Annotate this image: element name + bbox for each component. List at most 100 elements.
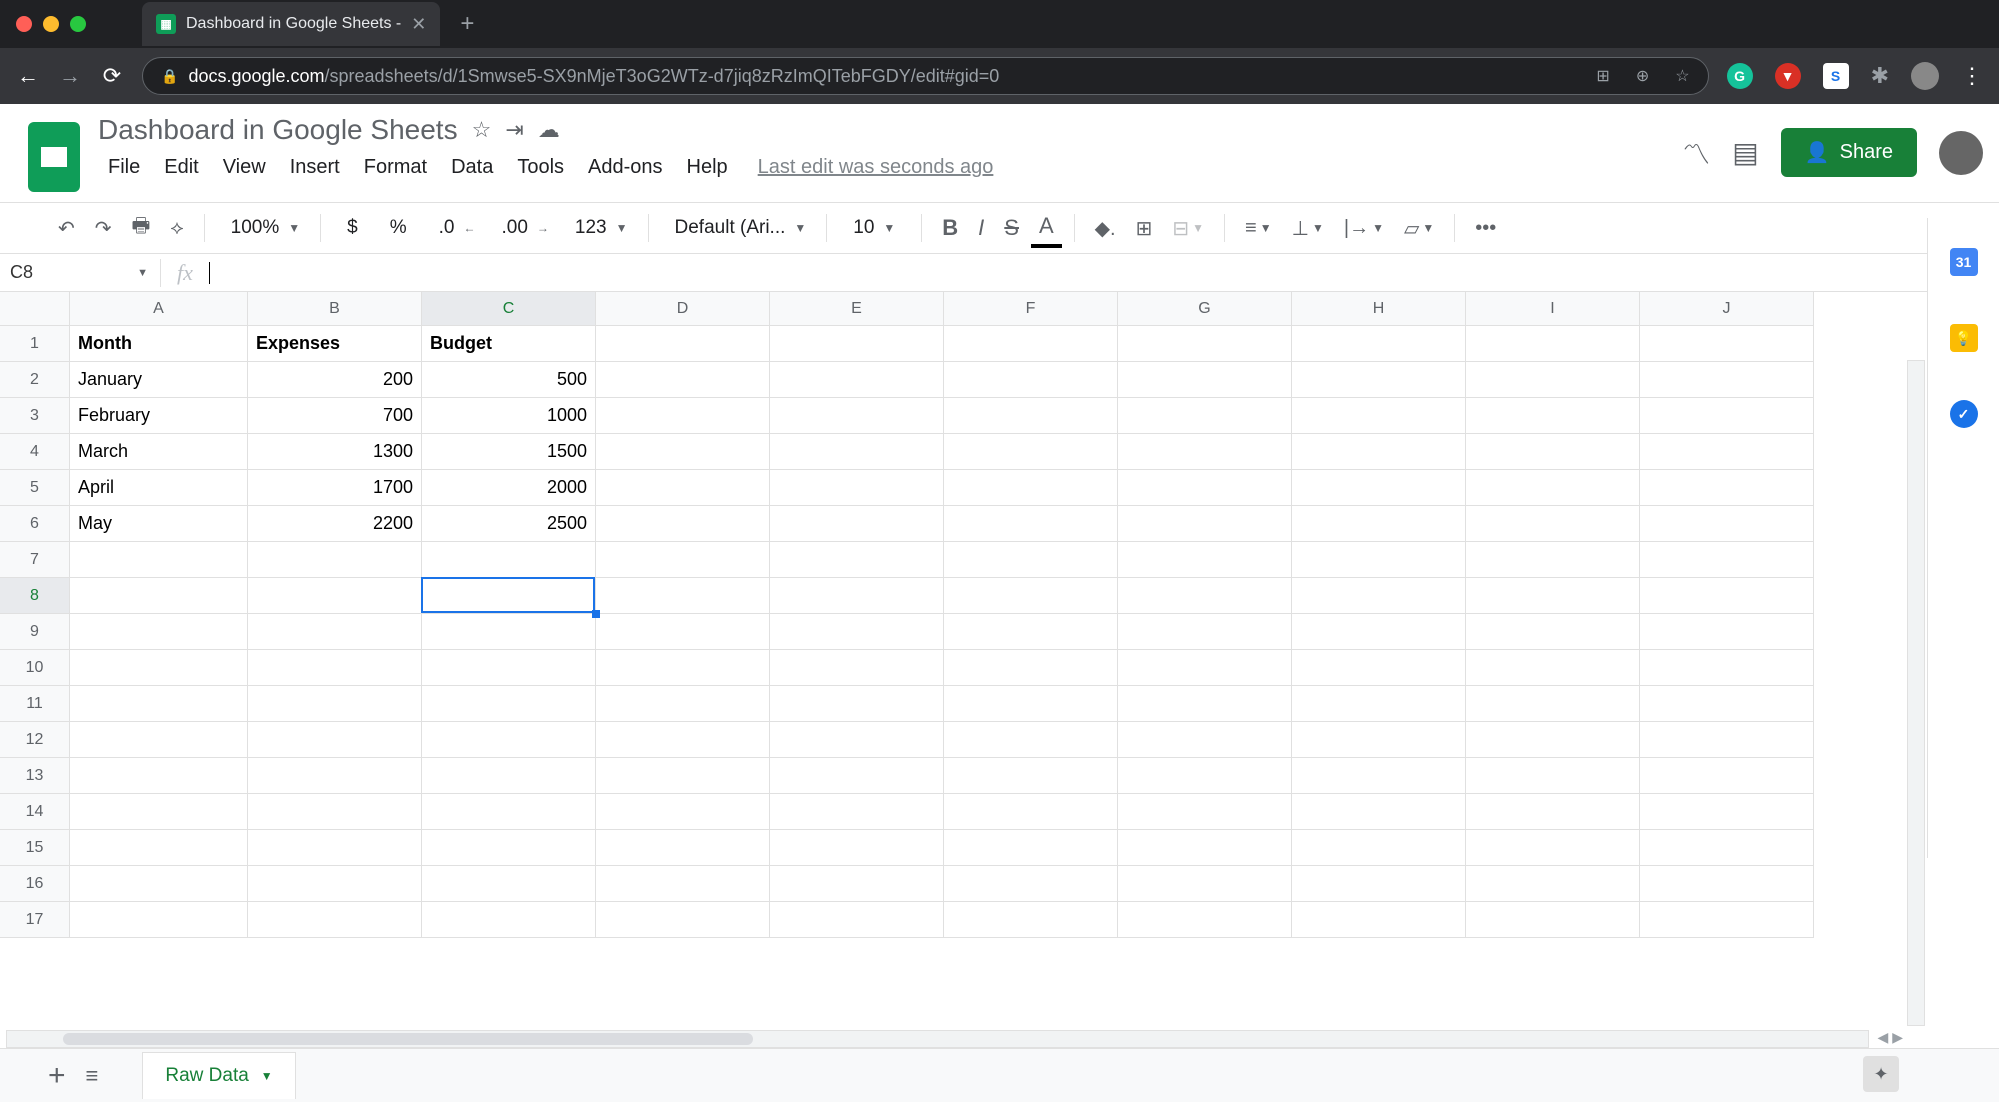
cell-E15[interactable] <box>770 830 944 866</box>
cell-H2[interactable] <box>1292 362 1466 398</box>
cell-G14[interactable] <box>1118 794 1292 830</box>
row-header-3[interactable]: 3 <box>0 398 70 434</box>
cell-A6[interactable]: May <box>70 506 248 542</box>
cell-I6[interactable] <box>1466 506 1640 542</box>
row-header-16[interactable]: 16 <box>0 866 70 902</box>
cell-H12[interactable] <box>1292 722 1466 758</box>
cell-D15[interactable] <box>596 830 770 866</box>
column-header-B[interactable]: B <box>248 292 422 326</box>
row-header-4[interactable]: 4 <box>0 434 70 470</box>
extension-icon-red[interactable]: ▼ <box>1775 63 1801 89</box>
cell-A3[interactable]: February <box>70 398 248 434</box>
cell-D14[interactable] <box>596 794 770 830</box>
number-format-dropdown[interactable]: 123▼ <box>561 212 636 244</box>
cell-A2[interactable]: January <box>70 362 248 398</box>
fullscreen-window-button[interactable] <box>70 16 86 32</box>
install-app-icon[interactable]: ⊞ <box>1596 66 1609 86</box>
column-header-A[interactable]: A <box>70 292 248 326</box>
row-header-9[interactable]: 9 <box>0 614 70 650</box>
cell-B6[interactable]: 2200 <box>248 506 422 542</box>
cell-F15[interactable] <box>944 830 1118 866</box>
all-sheets-button[interactable]: ≡ <box>86 1063 99 1089</box>
cell-G11[interactable] <box>1118 686 1292 722</box>
cell-F13[interactable] <box>944 758 1118 794</box>
cell-D10[interactable] <box>596 650 770 686</box>
fill-handle[interactable] <box>592 610 600 618</box>
cell-H5[interactable] <box>1292 470 1466 506</box>
column-header-D[interactable]: D <box>596 292 770 326</box>
cell-C12[interactable] <box>422 722 596 758</box>
cell-A12[interactable] <box>70 722 248 758</box>
cell-C8[interactable] <box>422 578 596 614</box>
column-header-F[interactable]: F <box>944 292 1118 326</box>
cell-I11[interactable] <box>1466 686 1640 722</box>
document-title[interactable]: Dashboard in Google Sheets <box>98 114 458 146</box>
cell-G15[interactable] <box>1118 830 1292 866</box>
cell-A14[interactable] <box>70 794 248 830</box>
cell-B13[interactable] <box>248 758 422 794</box>
browser-menu-button[interactable]: ⋮ <box>1961 63 1983 89</box>
cell-C4[interactable]: 1500 <box>422 434 596 470</box>
cell-I13[interactable] <box>1466 758 1640 794</box>
cell-I10[interactable] <box>1466 650 1640 686</box>
account-avatar[interactable] <box>1939 131 1983 175</box>
merge-cells-button[interactable]: ⊟▼ <box>1164 211 1212 246</box>
menu-view[interactable]: View <box>213 152 276 183</box>
cell-B12[interactable] <box>248 722 422 758</box>
cell-B17[interactable] <box>248 902 422 938</box>
cell-D12[interactable] <box>596 722 770 758</box>
cell-B10[interactable] <box>248 650 422 686</box>
cell-F3[interactable] <box>944 398 1118 434</box>
move-icon[interactable]: ⇥ <box>505 117 523 143</box>
menu-file[interactable]: File <box>98 152 150 183</box>
cell-J1[interactable] <box>1640 326 1814 362</box>
row-header-5[interactable]: 5 <box>0 470 70 506</box>
cell-A1[interactable]: Month <box>70 326 248 362</box>
tasks-icon[interactable]: ✓ <box>1950 400 1978 428</box>
cell-grid[interactable]: MonthExpensesBudgetJanuary200500February… <box>70 326 1814 938</box>
keep-icon[interactable]: 💡 <box>1950 324 1978 352</box>
cell-D11[interactable] <box>596 686 770 722</box>
cell-J13[interactable] <box>1640 758 1814 794</box>
bookmark-icon[interactable]: ☆ <box>1675 66 1689 86</box>
cell-E3[interactable] <box>770 398 944 434</box>
cell-B2[interactable]: 200 <box>248 362 422 398</box>
cell-C14[interactable] <box>422 794 596 830</box>
cell-C13[interactable] <box>422 758 596 794</box>
cell-G2[interactable] <box>1118 362 1292 398</box>
cell-I14[interactable] <box>1466 794 1640 830</box>
cell-E9[interactable] <box>770 614 944 650</box>
cell-B15[interactable] <box>248 830 422 866</box>
cell-H16[interactable] <box>1292 866 1466 902</box>
sheet-tab-active[interactable]: Raw Data ▼ <box>142 1052 295 1099</box>
cell-I8[interactable] <box>1466 578 1640 614</box>
select-all-corner[interactable] <box>0 292 70 326</box>
row-header-6[interactable]: 6 <box>0 506 70 542</box>
url-input[interactable]: 🔒 docs.google.com/spreadsheets/d/1Smwse5… <box>142 57 1709 95</box>
currency-button[interactable]: $ <box>333 212 372 244</box>
cell-A16[interactable] <box>70 866 248 902</box>
menu-edit[interactable]: Edit <box>154 152 208 183</box>
cell-D16[interactable] <box>596 866 770 902</box>
cell-E2[interactable] <box>770 362 944 398</box>
cell-F10[interactable] <box>944 650 1118 686</box>
text-color-button[interactable]: A <box>1031 208 1062 248</box>
cell-C3[interactable]: 1000 <box>422 398 596 434</box>
text-wrap-button[interactable]: |→▼ <box>1336 212 1392 245</box>
cell-I1[interactable] <box>1466 326 1640 362</box>
grammarly-extension-icon[interactable]: G <box>1727 63 1753 89</box>
cell-D8[interactable] <box>596 578 770 614</box>
cell-C6[interactable]: 2500 <box>422 506 596 542</box>
row-header-10[interactable]: 10 <box>0 650 70 686</box>
increase-decimal-button[interactable]: .00→ <box>488 212 557 244</box>
cell-J5[interactable] <box>1640 470 1814 506</box>
cell-E17[interactable] <box>770 902 944 938</box>
cell-F6[interactable] <box>944 506 1118 542</box>
cell-A8[interactable] <box>70 578 248 614</box>
cell-F11[interactable] <box>944 686 1118 722</box>
cell-D6[interactable] <box>596 506 770 542</box>
cell-J3[interactable] <box>1640 398 1814 434</box>
cell-D9[interactable] <box>596 614 770 650</box>
cell-J7[interactable] <box>1640 542 1814 578</box>
cell-F8[interactable] <box>944 578 1118 614</box>
